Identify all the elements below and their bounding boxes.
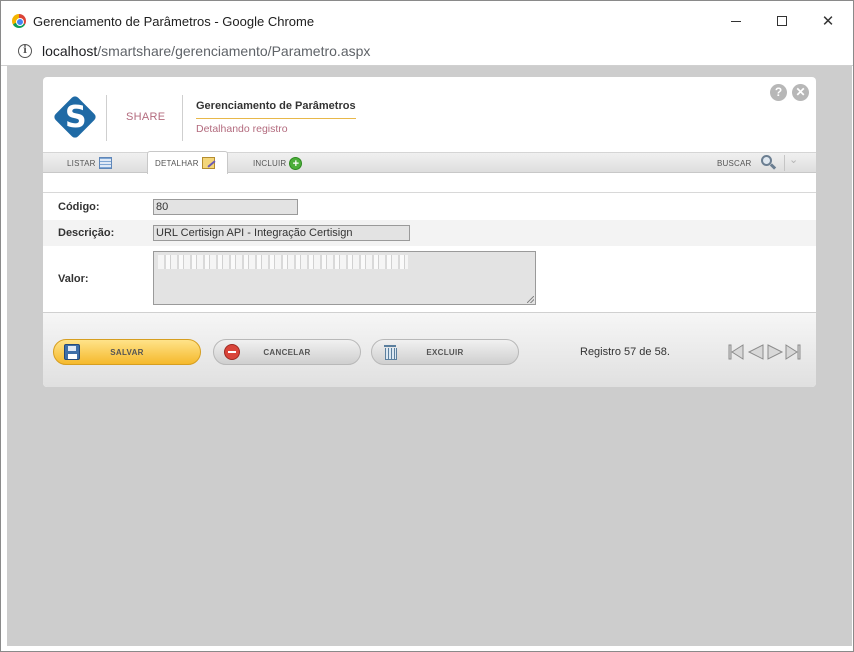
maximize-button[interactable] — [759, 7, 805, 35]
tab-incluir-label: INCLUIR — [253, 158, 287, 168]
save-label: SALVAR — [110, 348, 144, 357]
search-icon[interactable] — [761, 155, 777, 170]
divider — [182, 95, 183, 141]
descricao-field[interactable]: URL Certisign API - Integração Certisign — [153, 225, 410, 241]
next-record-icon[interactable] — [767, 344, 784, 360]
redacted-value — [158, 255, 408, 269]
delete-button[interactable]: EXCLUIR — [371, 339, 519, 365]
tab-buscar-label: BUSCAR — [717, 158, 752, 168]
cancel-label: CANCELAR — [263, 348, 311, 357]
brand-text: SHARE — [126, 111, 166, 123]
maximize-icon — [777, 16, 787, 26]
close-icon: ✕ — [821, 13, 835, 30]
save-button[interactable]: SALVAR — [53, 339, 201, 365]
first-record-icon[interactable] — [728, 344, 745, 360]
close-window-button[interactable]: ✕ — [805, 7, 851, 35]
page-title: Gerenciamento de Parâmetros — [196, 100, 356, 119]
url-host: localhost — [42, 43, 98, 59]
tab-detalhar[interactable]: DETALHAR — [147, 151, 228, 174]
grid-icon — [98, 157, 112, 169]
last-record-icon[interactable] — [785, 344, 802, 360]
minimize-button[interactable] — [713, 7, 759, 35]
chevron-down-icon[interactable]: ⌄ — [789, 153, 798, 166]
page-subtitle: Detalhando registro — [196, 123, 288, 135]
logo-s-icon: S — [65, 100, 87, 135]
tab-bar: LISTAR DETALHAR INCLUIR + BUSCAR ⌄ — [43, 151, 816, 174]
window-title: Gerenciamento de Parâmetros - Google Chr… — [33, 14, 315, 29]
codigo-label: Código: — [58, 201, 100, 213]
info-icon[interactable]: i — [18, 44, 32, 58]
descricao-label: Descrição: — [58, 227, 115, 239]
help-button[interactable]: ? — [770, 84, 787, 101]
tab-detalhar-label: DETALHAR — [155, 158, 199, 168]
url-text[interactable]: localhost/smartshare/gerenciamento/Param… — [42, 43, 370, 59]
smartshare-logo: S — [52, 94, 98, 140]
resize-grip-icon[interactable] — [527, 296, 534, 303]
action-footer: SALVAR CANCELAR EXCLUIR Registro 57 de 5… — [43, 312, 816, 387]
cancel-button[interactable]: CANCELAR — [213, 339, 361, 365]
divider — [784, 155, 785, 171]
edit-icon — [201, 157, 215, 169]
title-bar: Gerenciamento de Parâmetros - Google Chr… — [1, 1, 853, 39]
codigo-field[interactable]: 80 — [153, 199, 298, 215]
record-status: Registro 57 de 58. — [580, 346, 670, 358]
parameter-panel: S SHARE Gerenciamento de Parâmetros Deta… — [43, 77, 816, 387]
form-row-descricao: Descrição: URL Certisign API - Integraçã… — [43, 220, 816, 246]
page-viewport: S SHARE Gerenciamento de Parâmetros Deta… — [7, 66, 852, 646]
form-row-codigo: Código: 80 — [43, 194, 816, 220]
browser-window: Gerenciamento de Parâmetros - Google Chr… — [0, 0, 854, 652]
chrome-logo-icon — [12, 14, 26, 28]
previous-record-icon[interactable] — [747, 344, 764, 360]
tab-listar[interactable]: LISTAR — [67, 153, 112, 173]
valor-textarea[interactable] — [153, 251, 536, 305]
add-icon: + — [289, 156, 303, 170]
form-row-valor: Valor: — [43, 246, 816, 312]
close-panel-button[interactable]: ✕ — [792, 84, 809, 101]
delete-label: EXCLUIR — [426, 348, 464, 357]
toolbar-strip — [43, 174, 816, 193]
address-bar[interactable]: i localhost/smartshare/gerenciamento/Par… — [1, 39, 853, 66]
tab-listar-label: LISTAR — [67, 158, 96, 168]
valor-label: Valor: — [58, 273, 89, 285]
divider — [106, 95, 107, 141]
minimize-icon — [731, 20, 741, 22]
tab-buscar[interactable]: BUSCAR — [717, 153, 752, 173]
url-path: /smartshare/gerenciamento/Parametro.aspx — [97, 43, 371, 59]
tab-incluir[interactable]: INCLUIR + — [253, 153, 303, 173]
